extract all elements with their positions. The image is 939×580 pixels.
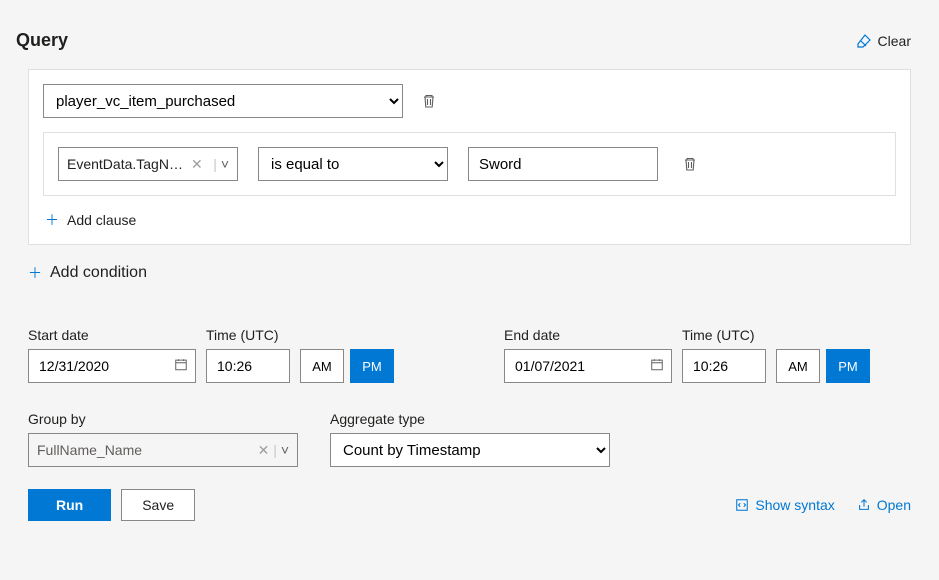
end-date-input[interactable] [504, 349, 672, 383]
event-select[interactable]: player_vc_item_purchased [43, 84, 403, 118]
eraser-icon [856, 33, 872, 49]
group-by-select[interactable]: FullName_Name ✕ | ˅ [28, 433, 298, 467]
clause-row: EventData.TagNa... ✕ | ˅ is equal to [43, 132, 896, 196]
code-icon [735, 498, 749, 512]
end-time-label: Time (UTC) [682, 327, 766, 343]
end-date-group: End date Time (UTC) AM PM [504, 327, 870, 383]
clause-field-select[interactable]: EventData.TagNa... ✕ | ˅ [58, 147, 238, 181]
group-by-label: Group by [28, 411, 298, 427]
trash-icon [421, 93, 437, 109]
plus-icon: ＋ [45, 210, 59, 230]
start-time-label: Time (UTC) [206, 327, 290, 343]
start-date-label: Start date [28, 327, 196, 343]
plus-icon: ＋ [28, 263, 42, 283]
chevron-down-icon: ˅ [281, 442, 289, 458]
run-button[interactable]: Run [28, 489, 111, 521]
show-syntax-button[interactable]: Show syntax [735, 497, 834, 513]
delete-condition-button[interactable] [417, 89, 441, 113]
delete-clause-button[interactable] [678, 152, 702, 176]
end-am-button[interactable]: AM [776, 349, 820, 383]
clear-label: Clear [878, 33, 911, 49]
aggregate-select[interactable]: Count by Timestamp [330, 433, 610, 467]
start-date-input[interactable] [28, 349, 196, 383]
end-time-input[interactable] [682, 349, 766, 383]
add-condition-button[interactable]: ＋ Add condition [28, 263, 147, 283]
start-am-button[interactable]: AM [300, 349, 344, 383]
add-condition-label: Add condition [50, 264, 147, 282]
clause-value-input[interactable] [468, 147, 658, 181]
start-date-group: Start date Time (UTC) AM PM [28, 327, 394, 383]
clause-field-label: EventData.TagNa... [67, 156, 187, 172]
group-by-value: FullName_Name [37, 442, 142, 458]
conditions-panel: player_vc_item_purchased EventData.TagNa… [28, 69, 911, 245]
clause-operator-select[interactable]: is equal to [258, 147, 448, 181]
open-icon [857, 498, 871, 512]
start-time-input[interactable] [206, 349, 290, 383]
clear-group-icon[interactable]: ✕ [258, 442, 270, 458]
end-pm-button[interactable]: PM [826, 349, 870, 383]
add-clause-label: Add clause [67, 212, 136, 228]
clear-button[interactable]: Clear [856, 33, 911, 49]
clear-field-icon[interactable]: ✕ [191, 156, 203, 173]
end-date-label: End date [504, 327, 672, 343]
trash-icon [682, 156, 698, 172]
start-pm-button[interactable]: PM [350, 349, 394, 383]
open-button[interactable]: Open [857, 497, 911, 513]
chevron-down-icon: ˅ [221, 156, 229, 172]
add-clause-button[interactable]: ＋ Add clause [43, 196, 138, 230]
page-title: Query [16, 30, 68, 51]
save-button[interactable]: Save [121, 489, 195, 521]
aggregate-label: Aggregate type [330, 411, 610, 427]
